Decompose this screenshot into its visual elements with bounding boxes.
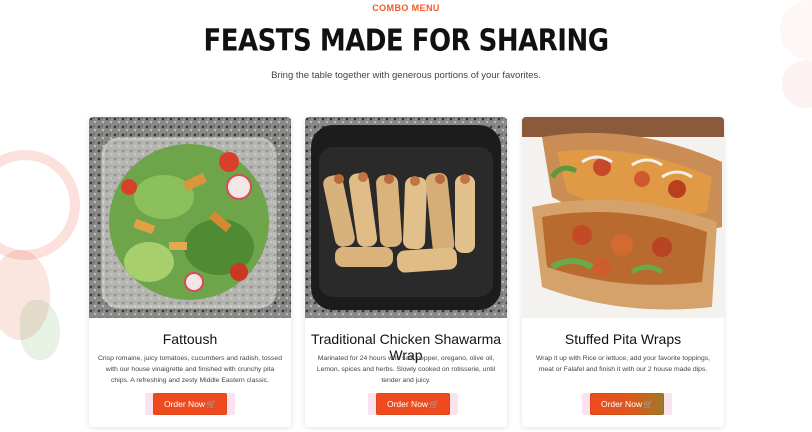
section-subtitle: Bring the table together with generous p… [271, 70, 541, 81]
decorative-leaf [20, 300, 60, 360]
order-button-wrapper: Order Now🛒 [582, 393, 672, 415]
decorative-veggie-left [0, 150, 80, 260]
card-description: Crisp romaine, juicy tomatoes, cucumbers… [98, 355, 282, 384]
fattoush-photo [89, 117, 291, 318]
order-button-wrapper: Order Now🛒 [145, 393, 235, 415]
card-title: Fattoush [162, 331, 218, 347]
menu-card-fattoush: Fattoush Crisp romaine, juicy tomatoes, … [89, 117, 291, 427]
order-button-wrapper: Order Now🛒 [368, 393, 458, 415]
order-now-button[interactable]: Order Now🛒 [590, 393, 664, 415]
section-eyebrow: COMBO MENU [372, 3, 440, 13]
order-now-label: Order Now [386, 399, 429, 409]
menu-card-shawarma: Traditional Chicken Shawarma Wrap Marina… [305, 117, 507, 427]
card-title: Stuffed Pita Wraps [564, 331, 682, 347]
menu-card-stuffed-pita: Stuffed Pita Wraps Wrap it up with Rice … [522, 117, 724, 427]
shawarma-photo [305, 117, 507, 318]
stuffed-pita-photo [522, 117, 724, 318]
shopping-cart-icon: 🛒 [429, 400, 440, 409]
shopping-cart-icon: 🛒 [206, 400, 217, 409]
shopping-cart-icon: 🛒 [643, 400, 654, 409]
card-description: Marinated for 24 hours with salt, pepper… [316, 355, 496, 384]
decorative-veggie-right [782, 60, 812, 108]
order-now-button[interactable]: Order Now🛒 [376, 393, 450, 415]
order-now-button[interactable]: Order Now🛒 [153, 393, 227, 415]
order-now-label: Order Now [163, 399, 206, 409]
section-title: FEASTS MADE FOR SHARING [203, 24, 609, 59]
card-description: Wrap it up with Rice or lettuce, add you… [535, 355, 711, 373]
order-now-label: Order Now [600, 399, 643, 409]
